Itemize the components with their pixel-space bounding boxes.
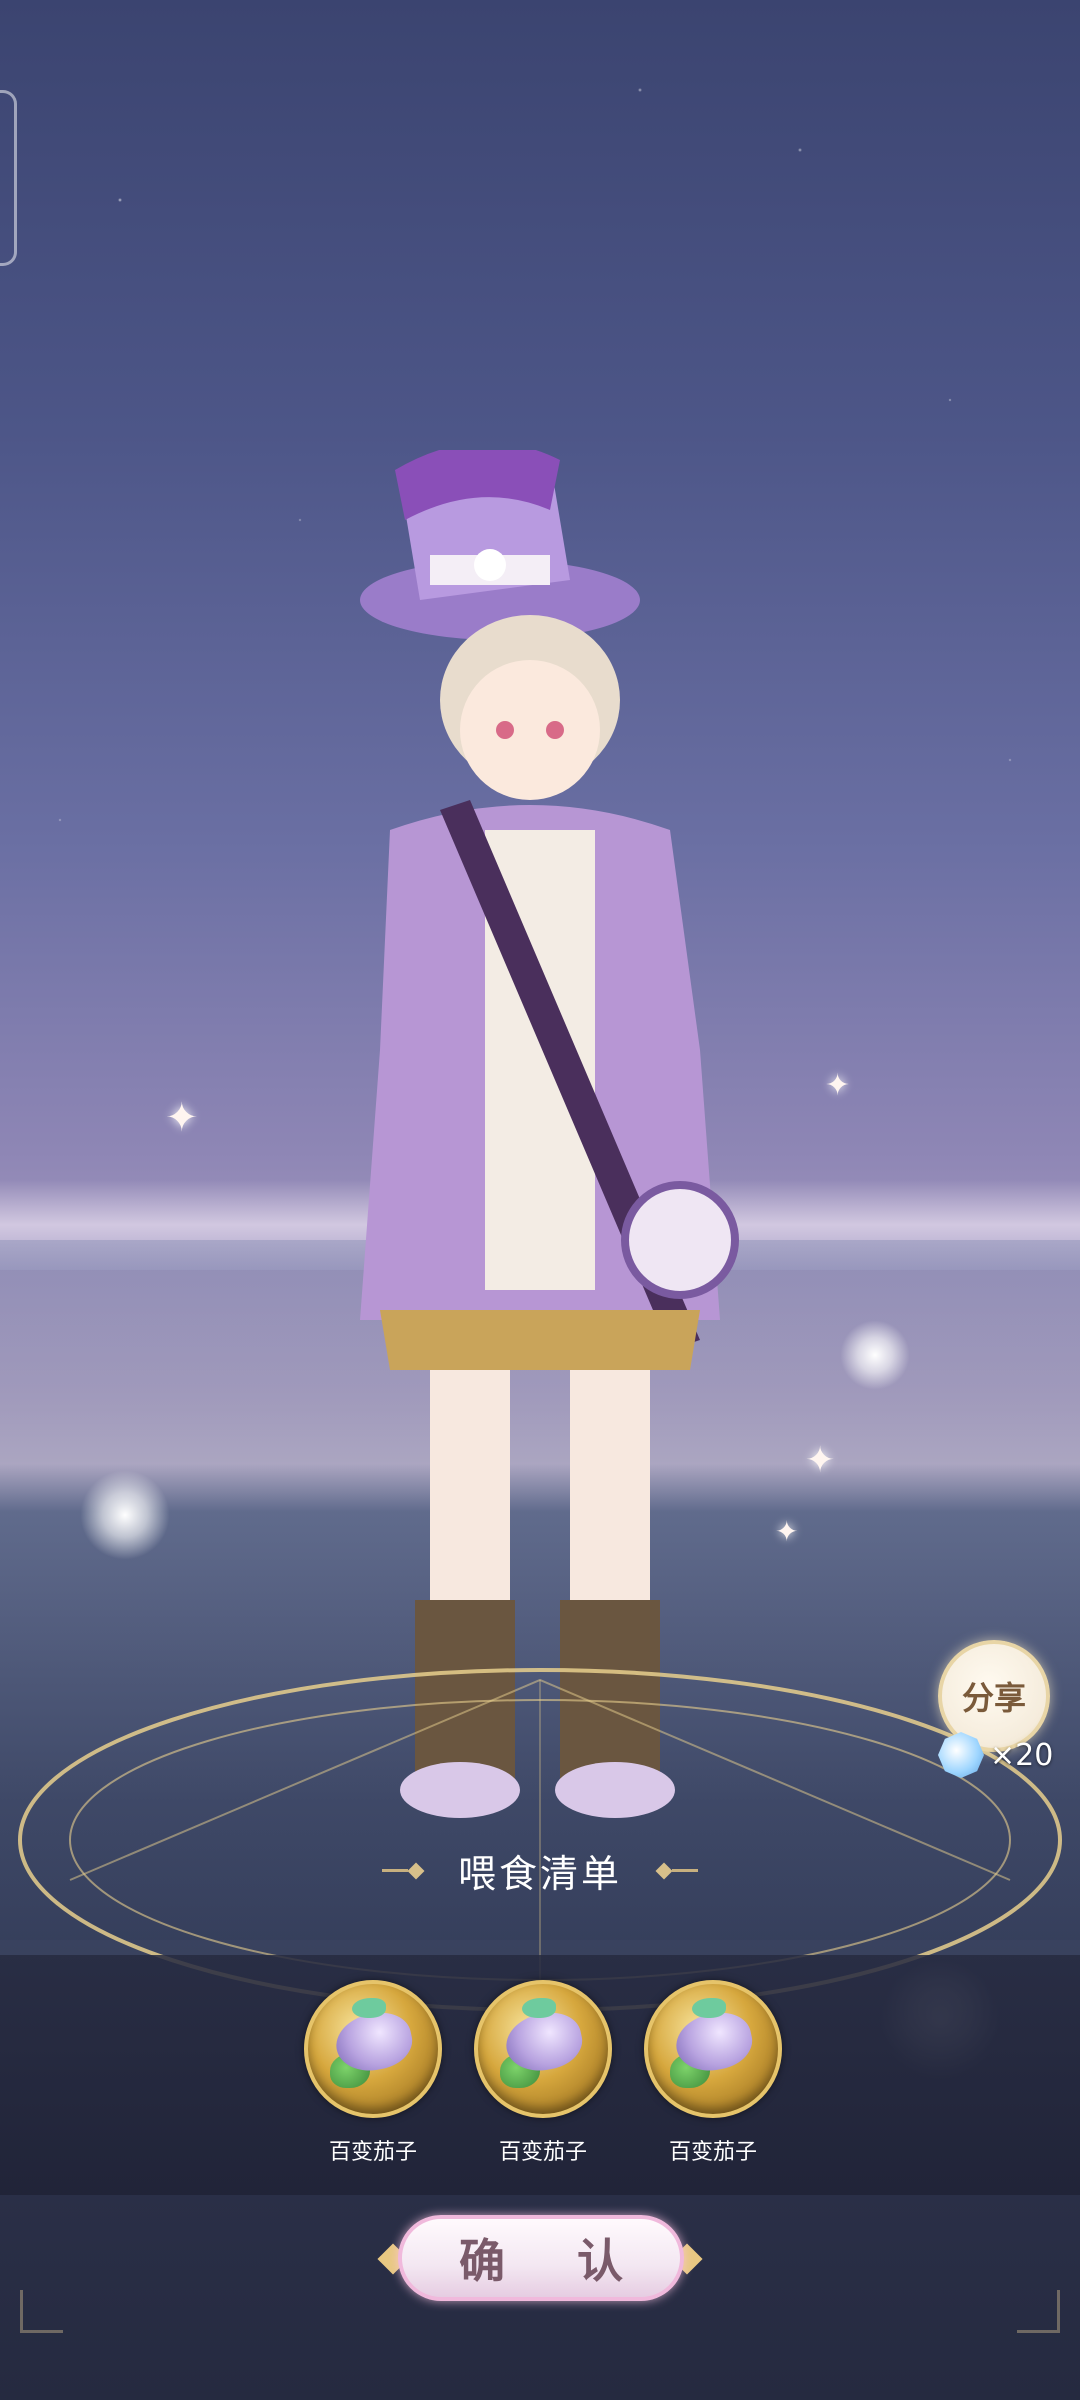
food-orb[interactable] — [474, 1980, 612, 2118]
share-reward: ×20 — [938, 1730, 1058, 1780]
food-name: 百变茄子 — [328, 2140, 417, 2165]
corner-ornament-icon — [20, 2290, 63, 2333]
feed-list-header: 喂食清单 — [0, 1840, 1080, 1900]
rosette — [621, 1181, 739, 1299]
confirm-button-label: 确 认 — [458, 2234, 651, 2288]
food-orb[interactable] — [644, 1980, 782, 2118]
reward-count-text: ×20 — [990, 1737, 1054, 1773]
light-orb — [80, 1470, 170, 1560]
leaf-icon — [522, 1998, 556, 2018]
corner-ornament-icon — [1017, 2290, 1060, 2333]
light-orb — [840, 1320, 910, 1390]
share-button-label: 分享 — [961, 1679, 1026, 1717]
leaf-icon — [692, 1998, 726, 2018]
left-eye — [496, 721, 514, 739]
leaf-ornament-icon — [656, 1859, 698, 1881]
left-hexagon-frame — [0, 90, 17, 266]
leaf-ornament-icon — [381, 1859, 424, 1881]
feed-item[interactable]: 百变茄子 — [298, 1980, 448, 2180]
feed-list-title: 喂食清单 — [457, 1851, 622, 1896]
food-name: 百变茄子 — [498, 2140, 587, 2165]
character-model[interactable] — [320, 450, 840, 1850]
right-eye — [546, 721, 564, 739]
food-orb[interactable] — [304, 1980, 442, 2118]
game-screen: ✦ ✦ ✦ ✦ 分享 ×20 喂食清单 百变茄子 百变茄子 百变茄子 确 认 — [0, 0, 1080, 2400]
hat-bow — [474, 549, 506, 581]
skirt-frill — [380, 1310, 700, 1370]
sparkle-icon: ✦ — [165, 1095, 199, 1141]
diamond-icon — [938, 1732, 984, 1778]
confirm-button[interactable]: 确 认 — [398, 2215, 684, 2301]
leaf-icon — [352, 1998, 386, 2018]
food-name: 百变茄子 — [668, 2140, 757, 2165]
feed-item[interactable]: 百变茄子 — [468, 1980, 618, 2180]
feed-list-items: 百变茄子 百变茄子 百变茄子 — [298, 1980, 788, 2180]
face — [460, 660, 600, 800]
feed-item[interactable]: 百变茄子 — [638, 1980, 788, 2180]
